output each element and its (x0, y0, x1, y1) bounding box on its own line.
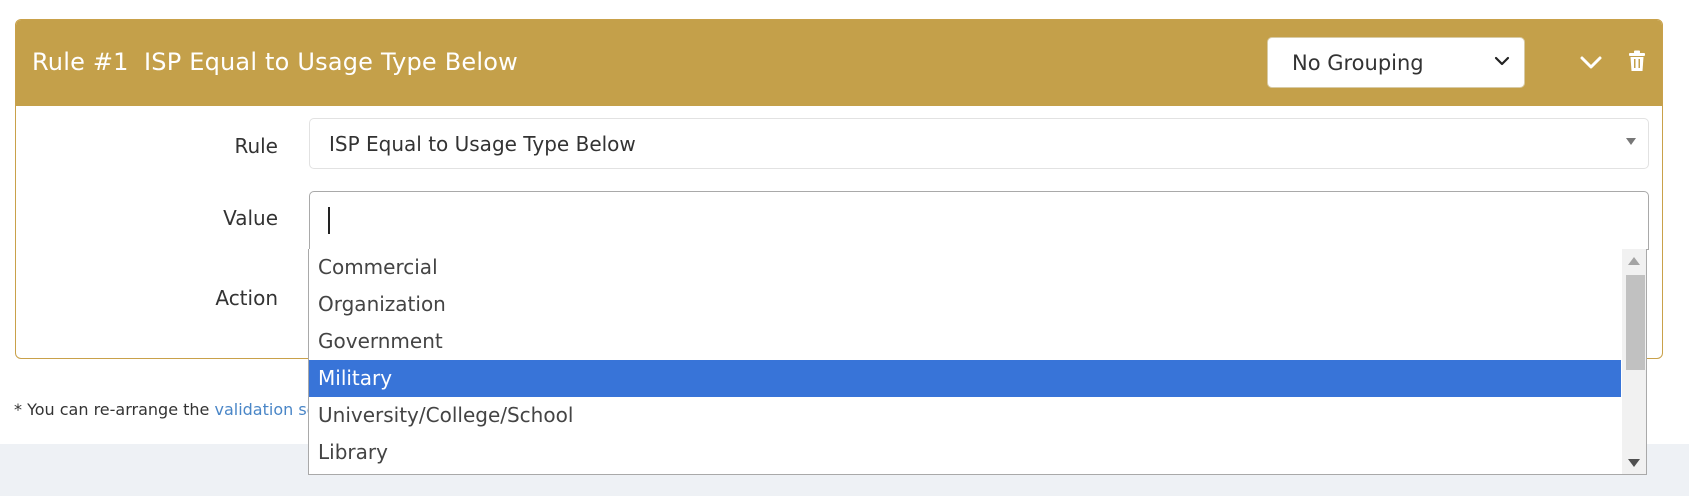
rule-title: ISP Equal to Usage Type Below (144, 48, 518, 76)
value-input[interactable] (309, 191, 1649, 250)
footnote: * You can re-arrange the validation sequ (14, 400, 337, 419)
dropdown-option[interactable]: Library (309, 434, 1621, 471)
value-dropdown-list[interactable]: Commercial Organization Government Milit… (308, 249, 1647, 475)
page: Rule #1 ISP Equal to Usage Type Below No… (0, 0, 1689, 496)
trash-icon[interactable] (1628, 50, 1646, 72)
text-caret (328, 207, 330, 234)
value-label: Value (223, 206, 278, 230)
dropdown-option[interactable]: Commercial (309, 249, 1621, 286)
rule-select[interactable]: ISP Equal to Usage Type Below (309, 118, 1649, 169)
dropdown-option[interactable]: Government (309, 323, 1621, 360)
grouping-select[interactable]: No Grouping (1267, 37, 1525, 88)
caret-down-icon (1626, 138, 1636, 145)
collapse-chevron-icon[interactable] (1579, 52, 1603, 72)
dropdown-scrollbar[interactable] (1622, 249, 1646, 474)
dropdown-option-selected[interactable]: Military (309, 360, 1621, 397)
rule-label: Rule (234, 134, 278, 158)
dropdown-option[interactable]: University/College/School (309, 397, 1621, 434)
scroll-down-arrow-icon[interactable] (1628, 459, 1640, 467)
grouping-select-value: No Grouping (1292, 51, 1424, 75)
chevron-down-icon (1494, 56, 1510, 66)
footnote-text: * You can re-arrange the (14, 400, 215, 419)
rule-select-value: ISP Equal to Usage Type Below (329, 132, 636, 156)
dropdown-option[interactable]: Organization (309, 286, 1621, 323)
rule-number: Rule #1 (32, 48, 129, 76)
scroll-up-arrow-icon[interactable] (1628, 257, 1640, 265)
action-label: Action (215, 286, 278, 310)
scrollbar-thumb[interactable] (1626, 275, 1645, 370)
rule-header: Rule #1 ISP Equal to Usage Type Below No… (16, 20, 1662, 106)
